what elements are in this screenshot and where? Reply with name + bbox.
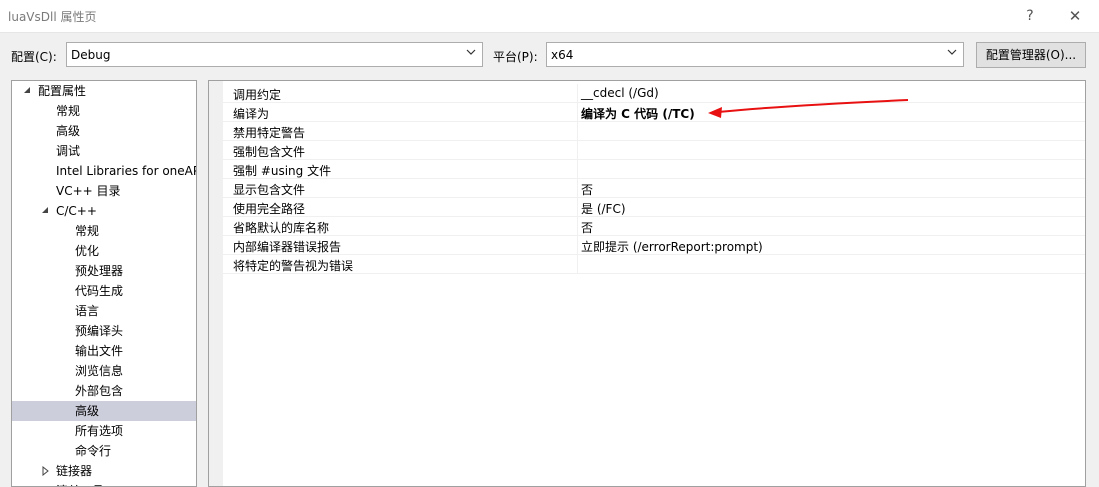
- property-grid[interactable]: 调用约定 __cdecl (/Gd) 编译为 编译为 C 代码 (/TC) 禁用特定警告…: [208, 80, 1086, 487]
- tree-item-label: 常规: [75, 224, 100, 238]
- property-row[interactable]: 使用完全路径 是 (/FC): [209, 198, 1085, 217]
- column-divider: [577, 255, 578, 274]
- tree-item-label: 语言: [75, 304, 100, 318]
- property-row[interactable]: 编译为 编译为 C 代码 (/TC): [209, 103, 1085, 122]
- property-name: 强制包含文件: [233, 145, 306, 159]
- tree-item[interactable]: 常规: [12, 221, 196, 241]
- tree-item[interactable]: 常规: [12, 101, 196, 121]
- column-divider: [577, 84, 578, 103]
- property-row[interactable]: 强制 #using 文件: [209, 160, 1085, 179]
- property-row[interactable]: 禁用特定警告: [209, 122, 1085, 141]
- tree-item-label: 预编译头: [75, 324, 124, 338]
- config-select[interactable]: Debug: [66, 42, 483, 67]
- tree-item[interactable]: 代码生成: [12, 281, 196, 301]
- tree-item[interactable]: 调试: [12, 141, 196, 161]
- help-button[interactable]: ?: [1018, 6, 1042, 26]
- tree-item-label: 预处理器: [75, 264, 124, 278]
- triangle-right-icon[interactable]: [40, 466, 50, 476]
- property-name: 编译为: [233, 107, 270, 121]
- column-divider: [577, 122, 578, 141]
- property-row[interactable]: 省略默认的库名称 否: [209, 217, 1085, 236]
- tree-item-label: 优化: [75, 244, 100, 258]
- tree-item[interactable]: 高级: [12, 401, 196, 421]
- window-title: luaVsDll 属性页: [8, 10, 97, 24]
- tree-item[interactable]: 清单工具: [12, 481, 196, 486]
- column-divider: [577, 141, 578, 160]
- tree-item[interactable]: 输出文件: [12, 341, 196, 361]
- config-manager-button[interactable]: 配置管理器(O)...: [976, 42, 1086, 68]
- tree-item[interactable]: 预处理器: [12, 261, 196, 281]
- property-row[interactable]: 将特定的警告视为错误: [209, 255, 1085, 274]
- platform-label: 平台(P):: [493, 50, 538, 64]
- property-value[interactable]: 是 (/FC): [581, 200, 626, 217]
- property-tree[interactable]: 配置属性 常规 高级 调试 Intel Libraries for oneAPI VC++…: [11, 80, 197, 487]
- property-name: 内部编译器错误报告: [233, 240, 342, 254]
- tree-item[interactable]: 外部包含: [12, 381, 196, 401]
- tree-item[interactable]: 预编译头: [12, 321, 196, 341]
- tree-item[interactable]: Intel Libraries for oneAPI: [12, 161, 196, 181]
- property-value[interactable]: 立即提示 (/errorReport:prompt): [581, 238, 763, 255]
- tree-item-label: 高级: [56, 124, 81, 138]
- tree-item-label: 所有选项: [75, 424, 124, 438]
- config-select-value: Debug: [71, 48, 111, 62]
- triangle-down-icon[interactable]: [22, 86, 32, 96]
- property-row[interactable]: 显示包含文件 否: [209, 179, 1085, 198]
- tree-item[interactable]: C/C++: [12, 201, 196, 221]
- tree-item-label: 常规: [56, 104, 81, 118]
- tree-item-label: 输出文件: [75, 344, 124, 358]
- column-divider: [577, 217, 578, 236]
- tree-item[interactable]: 优化: [12, 241, 196, 261]
- tree-item-label: 配置属性: [38, 84, 87, 98]
- platform-select[interactable]: x64: [546, 42, 964, 67]
- column-divider: [577, 236, 578, 255]
- close-button[interactable]: ✕: [1063, 6, 1087, 26]
- property-name: 强制 #using 文件: [233, 164, 332, 178]
- property-value[interactable]: 否: [581, 181, 593, 198]
- tree-item[interactable]: 高级: [12, 121, 196, 141]
- tree-item-label: 调试: [56, 144, 81, 158]
- property-value[interactable]: 编译为 C 代码 (/TC): [581, 105, 695, 122]
- property-value[interactable]: __cdecl (/Gd): [581, 86, 659, 100]
- property-name: 将特定的警告视为错误: [233, 259, 354, 273]
- tree-item[interactable]: VC++ 目录: [12, 181, 196, 201]
- property-row[interactable]: 强制包含文件: [209, 141, 1085, 160]
- tree-item[interactable]: 配置属性: [12, 81, 196, 101]
- tree-item[interactable]: 浏览信息: [12, 361, 196, 381]
- tree-item-label: 链接器: [56, 464, 93, 478]
- property-name: 禁用特定警告: [233, 126, 306, 140]
- tree-item-label: 命令行: [75, 444, 112, 458]
- tree-item[interactable]: 所有选项: [12, 421, 196, 441]
- tree-item-label: 浏览信息: [75, 364, 124, 378]
- config-label: 配置(C):: [11, 50, 57, 64]
- tree-item[interactable]: 链接器: [12, 461, 196, 481]
- column-divider: [577, 179, 578, 198]
- property-name: 省略默认的库名称: [233, 221, 330, 235]
- column-divider: [577, 160, 578, 179]
- tree-item-label: 外部包含: [75, 384, 124, 398]
- title-bar: luaVsDll 属性页 ? ✕: [0, 0, 1099, 33]
- platform-select-value: x64: [551, 48, 574, 62]
- tree-item-label: C/C++: [56, 204, 97, 218]
- column-divider: [577, 198, 578, 217]
- tree-item[interactable]: 语言: [12, 301, 196, 321]
- property-name: 显示包含文件: [233, 183, 306, 197]
- tree-item-label: VC++ 目录: [56, 184, 121, 198]
- property-row[interactable]: 内部编译器错误报告 立即提示 (/errorReport:prompt): [209, 236, 1085, 255]
- triangle-down-icon[interactable]: [40, 206, 50, 216]
- tree-item-label: 高级: [75, 404, 100, 418]
- property-name: 使用完全路径: [233, 202, 306, 216]
- tree-item[interactable]: 命令行: [12, 441, 196, 461]
- chevron-down-icon: [466, 49, 476, 55]
- property-row[interactable]: 调用约定 __cdecl (/Gd): [209, 84, 1085, 103]
- chevron-down-icon: [947, 49, 957, 55]
- column-divider: [577, 103, 578, 122]
- property-value[interactable]: 否: [581, 219, 593, 236]
- tree-item-label: 代码生成: [75, 284, 124, 298]
- property-name: 调用约定: [233, 88, 282, 102]
- tree-item-label: 清单工具: [56, 481, 104, 486]
- tree-item-label: Intel Libraries for oneAPI: [56, 164, 197, 178]
